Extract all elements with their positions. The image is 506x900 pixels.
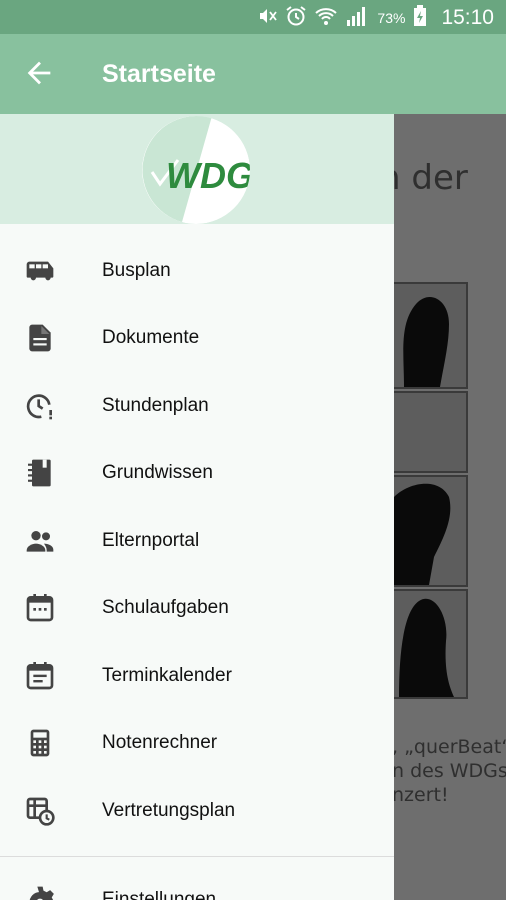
status-bar: 73% 15:10	[0, 0, 506, 34]
dimmed-page-content: n der , „querBeat“. n des WDGs nzert!	[394, 114, 506, 900]
menu-item-notenrechner[interactable]: Notenrechner	[0, 713, 394, 773]
wifi-icon	[315, 5, 338, 30]
clock: 15:10	[441, 5, 494, 29]
mute-icon	[257, 6, 278, 29]
content-photo	[394, 589, 468, 699]
page-title: Startseite	[102, 60, 216, 88]
alarm-icon	[285, 5, 307, 30]
school-logo: WDG	[142, 116, 250, 224]
menu-label: Dokumente	[102, 327, 200, 348]
people-icon	[24, 525, 56, 557]
content-photo	[394, 475, 468, 587]
calendar-icon	[24, 592, 56, 624]
notebook-icon	[24, 457, 56, 489]
battery-icon	[413, 5, 427, 30]
menu-label: Terminkalender	[102, 665, 232, 686]
drawer-divider	[0, 856, 394, 857]
drawer-header: WDG	[0, 114, 394, 224]
menu-item-grundwissen[interactable]: Grundwissen	[0, 443, 394, 503]
menu-item-vertretungsplan[interactable]: Vertretungsplan	[0, 781, 394, 841]
app-bar: Startseite	[0, 34, 506, 114]
document-icon	[24, 322, 56, 354]
menu-item-einstellungen[interactable]: Einstellungen	[0, 870, 394, 900]
menu-label: Grundwissen	[102, 462, 213, 483]
content-photo	[394, 391, 468, 473]
bus-icon	[24, 255, 56, 287]
menu-item-elternportal[interactable]: Elternportal	[0, 511, 394, 571]
content-photo	[394, 282, 468, 389]
menu-label: Einstellungen	[102, 889, 217, 900]
menu-item-dokumente[interactable]: Dokumente	[0, 308, 394, 368]
menu-item-busplan[interactable]: Busplan	[0, 241, 394, 301]
svg-text:WDG: WDG	[166, 155, 250, 196]
content-caption-line: nzert!	[394, 784, 449, 806]
menu-item-schulaufgaben[interactable]: Schulaufgaben	[0, 578, 394, 638]
signal-icon	[345, 5, 369, 30]
menu-label: Stundenplan	[102, 395, 209, 416]
content-caption-line: , „querBeat“.	[394, 736, 506, 758]
clock-icon	[24, 390, 56, 422]
arrow-back-icon[interactable]	[22, 56, 56, 90]
content-heading: n der	[394, 158, 468, 198]
menu-item-stundenplan[interactable]: Stundenplan	[0, 376, 394, 436]
navigation-drawer: WDG Busplan Dokumente Stundenplan Grundw…	[0, 114, 394, 900]
menu-label: Busplan	[102, 260, 171, 281]
menu-label: Elternportal	[102, 530, 200, 551]
menu-label: Schulaufgaben	[102, 597, 229, 618]
content-caption-line: n des WDGs	[394, 760, 506, 782]
gear-icon	[24, 884, 56, 900]
menu-label: Vertretungsplan	[102, 800, 236, 821]
battery-text: 73%	[377, 9, 406, 26]
calculator-icon	[24, 727, 56, 759]
event-icon	[24, 660, 56, 692]
menu-item-terminkalender[interactable]: Terminkalender	[0, 646, 394, 706]
menu-label: Notenrechner	[102, 732, 218, 753]
schedule-icon	[24, 795, 56, 827]
